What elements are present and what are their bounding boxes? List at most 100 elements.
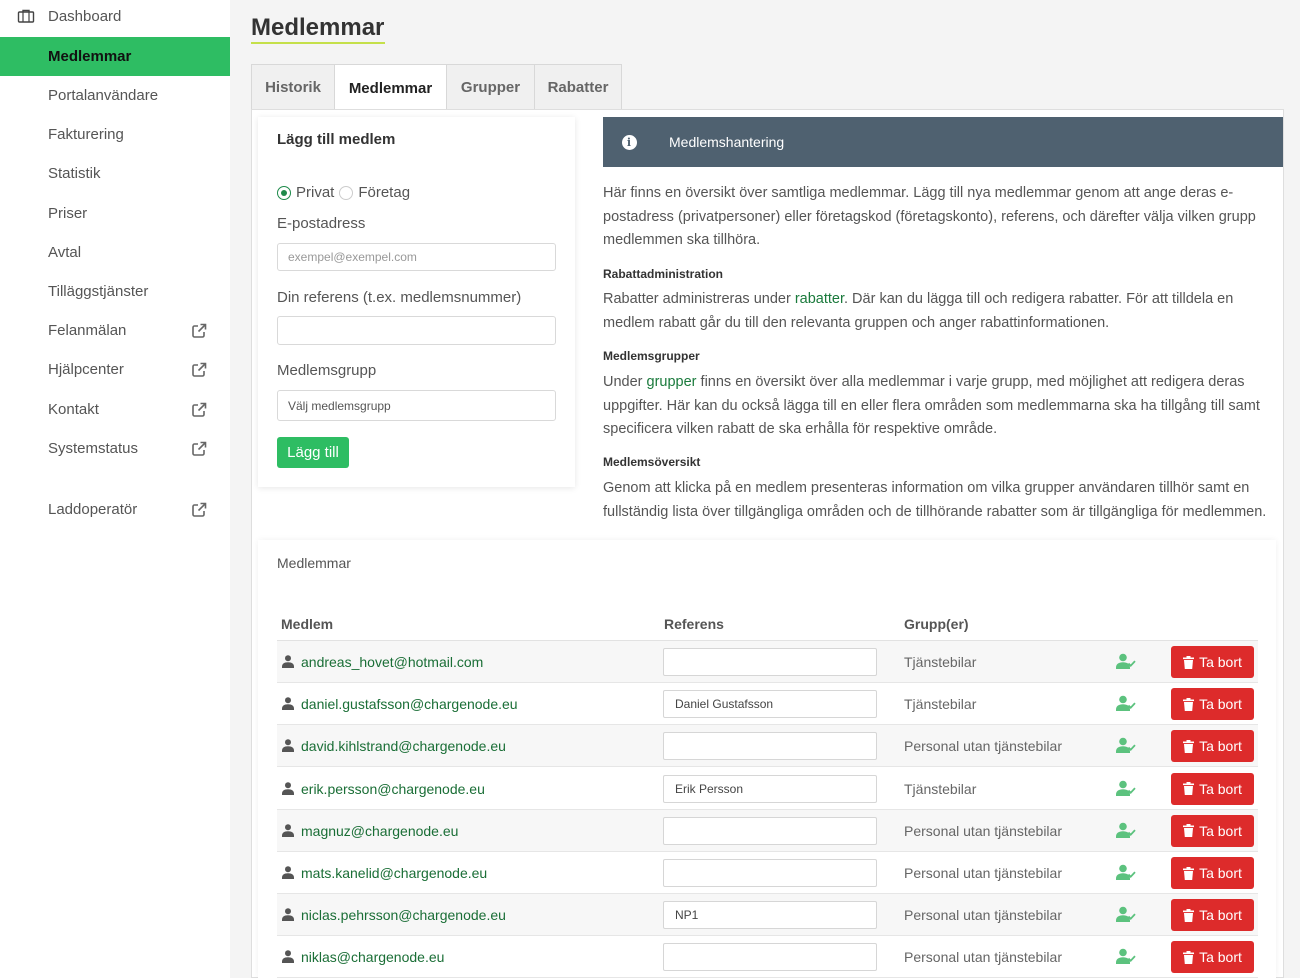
member-type-radios: Privat Företag [277,184,410,201]
user-icon [282,781,294,795]
sidebar-item-hjalpcenter[interactable]: Hjälpcenter [0,350,230,389]
delete-member-button[interactable]: Ta bort [1171,857,1254,889]
sidebar-item-avtal[interactable]: Avtal [0,233,230,272]
trash-icon [1183,866,1195,880]
member-group: Personal utan tjänstebilar [904,822,1062,839]
delete-member-button[interactable]: Ta bort [1171,941,1254,974]
delete-button-label: Ta bort [1199,696,1242,713]
delete-member-button[interactable]: Ta bort [1171,814,1254,847]
member-email-link[interactable]: david.kihlstrand@chargenode.eu [301,738,506,754]
table-row: mats.kanelid@chargenode.eu Personal utan … [277,852,1258,894]
member-email-link[interactable]: mats.kanelid@chargenode.eu [301,865,487,881]
member-reference-input[interactable] [663,816,877,845]
external-link-icon [192,362,207,377]
sidebar-item-laddoperator[interactable]: Laddoperatör [0,490,230,529]
radio-company-label[interactable]: Företag [358,184,410,201]
sidebar-item-fakturering[interactable]: Fakturering [0,115,230,154]
reference-label: Din referens (t.ex. medlemsnummer) [277,289,522,306]
tab-grupper[interactable]: Grupper [446,64,535,110]
sidebar-item-label: Fakturering [48,126,124,143]
info-title: Medlemshantering [669,134,785,150]
sidebar-item-priser[interactable]: Priser [0,194,230,233]
discounts-link[interactable]: rabatter [795,291,844,307]
sidebar-item-label: Dashboard [48,7,122,25]
user-check-icon[interactable] [1116,948,1136,965]
sidebar-item-label: Kontakt [48,401,99,418]
sidebar-item-portalanvandare[interactable]: Portalanvändare [0,76,230,115]
member-reference-input[interactable] [663,648,877,676]
tab-medlemmar[interactable]: Medlemmar [334,64,447,111]
email-field[interactable] [277,243,556,271]
info-section-groups-title: Medlemsgrupper [603,349,700,363]
info-groups-post: finns en översikt över alla medlemmar i … [603,374,1260,437]
member-group-label: Medlemsgrupp [277,362,377,379]
sidebar-item-label: Avtal [48,244,82,261]
member-group-select[interactable]: Välj medlemsgrupp [277,390,556,421]
delete-member-button[interactable]: Ta bort [1171,899,1254,932]
member-email-link[interactable]: erik.persson@chargenode.eu [301,781,485,797]
sidebar-item-systemstatus[interactable]: Systemstatus [0,429,230,468]
trash-icon [1183,824,1195,838]
sidebar-item-tillaggstjanster[interactable]: Tilläggstjänster [0,272,230,311]
member-email-link[interactable]: niklas@chargenode.eu [301,949,444,965]
reference-field[interactable] [277,316,556,345]
sidebar-item-label: Statistik [48,165,101,182]
sidebar-item-felanmalan[interactable]: Felanmälan [0,311,230,350]
user-icon [282,739,294,753]
member-reference-input[interactable] [663,943,877,972]
user-check-icon[interactable] [1116,822,1136,839]
radio-private[interactable] [277,185,291,200]
member-reference-input[interactable] [663,690,877,719]
delete-member-button[interactable]: Ta bort [1171,730,1254,763]
user-check-icon[interactable] [1116,780,1136,797]
info-groups-pre: Under [603,374,647,390]
member-reference-input[interactable] [663,859,877,887]
member-email-link[interactable]: niclas.pehrsson@chargenode.eu [301,907,506,923]
groups-link[interactable]: grupper [647,374,697,390]
table-row: niclas.pehrsson@chargenode.eu Personal ut… [277,894,1258,937]
trash-icon [1183,655,1195,669]
user-icon [282,950,294,964]
user-check-icon[interactable] [1116,653,1136,670]
user-check-icon[interactable] [1116,737,1136,754]
tab-rabatter[interactable]: Rabatter [534,64,622,110]
table-row: daniel.gustafsson@chargenode.eu Tjänstebi… [277,683,1258,726]
user-check-icon[interactable] [1116,906,1136,923]
user-check-icon[interactable] [1116,695,1136,712]
title-underline [251,42,385,44]
trash-icon [1183,950,1195,964]
delete-member-button[interactable]: Ta bort [1171,688,1254,721]
delete-member-button[interactable]: Ta bort [1171,772,1254,805]
sidebar-item-medlemmar[interactable]: Medlemmar [0,37,230,76]
user-icon [282,908,294,922]
delete-button-label: Ta bort [1199,949,1242,966]
delete-button-label: Ta bort [1199,654,1242,670]
sidebar-item-kontakt[interactable]: Kontakt [0,390,230,429]
member-email-link[interactable]: andreas_hovet@hotmail.com [301,654,483,670]
user-icon [282,697,294,711]
delete-button-label: Ta bort [1199,738,1242,755]
radio-private-label[interactable]: Privat [296,184,334,201]
member-reference-input[interactable] [663,901,877,930]
sidebar-item-dashboard[interactable]: Dashboard [0,0,230,32]
info-header: i Medlemshantering [603,117,1283,167]
member-reference-input[interactable] [663,774,877,803]
radio-company[interactable] [339,185,354,200]
table-row: magnuz@chargenode.eu Personal utan tjänst… [277,809,1258,852]
tab-historik[interactable]: Historik [251,64,335,110]
external-link-icon [192,323,207,338]
info-section-discounts-text: Rabatter administreras under rabatter. D… [603,288,1268,335]
table-row: erik.persson@chargenode.eu Tjänstebilar Ta… [277,768,1258,810]
user-icon [282,866,294,879]
user-check-icon[interactable] [1116,864,1136,881]
member-email-link[interactable]: magnuz@chargenode.eu [301,823,458,839]
member-group: Tjänstebilar [904,654,977,670]
sidebar-item-statistik[interactable]: Statistik [0,154,230,193]
sidebar-item-label: Systemstatus [48,440,139,457]
external-link-icon [192,502,207,517]
member-email-link[interactable]: daniel.gustafsson@chargenode.eu [301,696,518,712]
info-section-overview-title: Medlemsöversikt [603,455,701,469]
add-member-button[interactable]: Lägg till [277,437,349,468]
member-reference-input[interactable] [663,732,877,761]
delete-member-button[interactable]: Ta bort [1171,646,1254,678]
